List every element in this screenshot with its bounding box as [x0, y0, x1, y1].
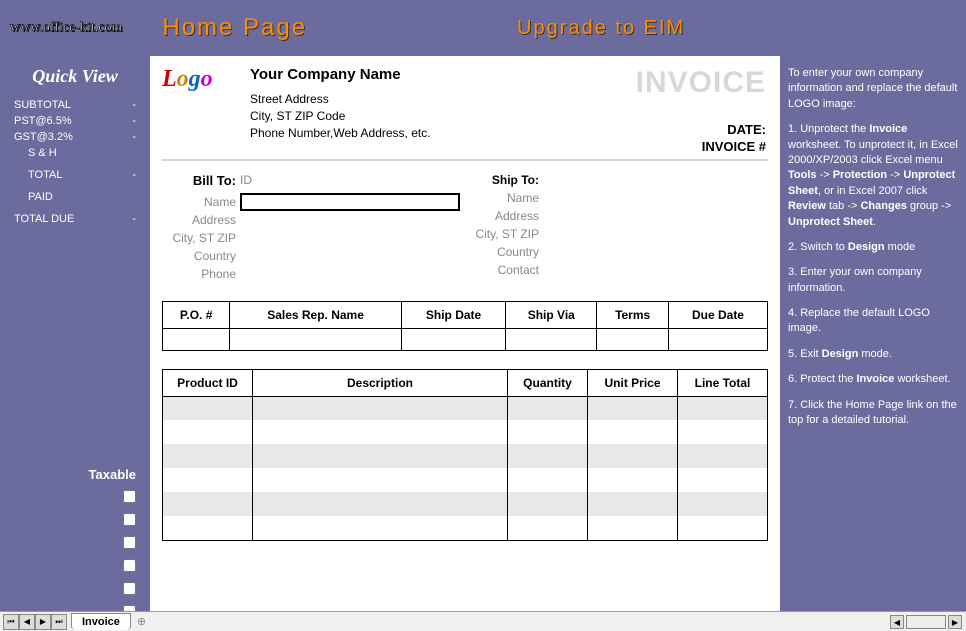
site-url[interactable]: www.office-kit.com [10, 20, 122, 36]
tab-last-icon[interactable]: ⏭ [51, 614, 67, 630]
info-th-po: P.O. # [163, 301, 230, 328]
line-row[interactable] [163, 444, 768, 468]
left-panel: Quick View SUBTOTAL- PST@6.5%- GST@3.2%-… [0, 56, 150, 611]
bill-name-input[interactable] [240, 193, 460, 211]
taxable-checkbox-2[interactable] [123, 513, 136, 526]
instr-6: 6. Protect the Invoice worksheet. [788, 372, 958, 387]
line-th-price: Unit Price [588, 369, 678, 396]
line-row[interactable] [163, 516, 768, 540]
ship-to-col: Ship To: Name Address City, ST ZIP Count… [465, 171, 768, 283]
company-block: Your Company Name Street Address City, S… [250, 66, 431, 141]
ship-contact-label: Contact [465, 261, 543, 279]
divider [162, 159, 768, 161]
bill-to-col: Bill To:ID Name Address City, ST ZIP Cou… [162, 171, 465, 283]
line-row[interactable] [163, 396, 768, 420]
logo-image: Logo [162, 66, 242, 126]
ship-to-title: Ship To: [465, 171, 543, 189]
home-page-link[interactable]: Home Page [162, 14, 307, 42]
taxable-checkbox-1[interactable] [123, 490, 136, 503]
tab-nav: ⏮ ◀ ▶ ⏭ [0, 614, 67, 630]
scroll-right-icon[interactable]: ▶ [948, 615, 962, 629]
taxable-checkbox-4[interactable] [123, 559, 136, 572]
new-sheet-icon[interactable]: ⊕ [137, 615, 146, 628]
taxable-checkbox-5[interactable] [123, 582, 136, 595]
bill-phone-label: Phone [162, 265, 240, 283]
qv-subtotal: SUBTOTAL- [8, 99, 142, 111]
info-th-terms: Terms [597, 301, 669, 328]
line-th-product: Product ID [163, 369, 253, 396]
company-phone[interactable]: Phone Number,Web Address, etc. [250, 125, 431, 142]
upgrade-link[interactable]: Upgrade to EIM [517, 17, 685, 40]
bill-address-label: Address [162, 211, 240, 229]
taxable-checkboxes [8, 490, 142, 618]
invoice-title: INVOICE [636, 66, 766, 100]
info-th-due: Due Date [668, 301, 767, 328]
h-scrollbar: ◀ ▶ [890, 615, 962, 629]
tab-next-icon[interactable]: ▶ [35, 614, 51, 630]
line-row[interactable] [163, 468, 768, 492]
qv-gst: GST@3.2%- [8, 131, 142, 143]
sheet-tabs-bar: ⏮ ◀ ▶ ⏭ Invoice ⊕ ◀ ▶ [0, 611, 966, 631]
instr-5: 5. Exit Design mode. [788, 347, 958, 362]
date-block: DATE: INVOICE # [702, 122, 766, 156]
line-table: Product ID Description Quantity Unit Pri… [162, 369, 768, 541]
info-th-shipdate: Ship Date [401, 301, 505, 328]
instructions-panel: To enter your own company information an… [780, 56, 966, 611]
bill-ship-section: Bill To:ID Name Address City, ST ZIP Cou… [162, 171, 768, 283]
bill-city-label: City, ST ZIP [162, 229, 240, 247]
qv-totaldue: TOTAL DUE- [8, 213, 142, 225]
bill-name-label: Name [162, 193, 240, 211]
company-city[interactable]: City, ST ZIP Code [250, 108, 431, 125]
tab-prev-icon[interactable]: ◀ [19, 614, 35, 630]
taxable-label: Taxable [8, 467, 142, 482]
line-row[interactable] [163, 492, 768, 516]
qv-total: TOTAL- [8, 169, 142, 181]
line-row[interactable] [163, 420, 768, 444]
invoice-number-label: INVOICE # [702, 139, 766, 156]
ship-city-label: City, ST ZIP [465, 225, 543, 243]
instr-4: 4. Replace the default LOGO image. [788, 306, 958, 337]
invoice-panel: INVOICE DATE: INVOICE # Logo Your Compan… [150, 56, 780, 611]
tab-first-icon[interactable]: ⏮ [3, 614, 19, 630]
line-th-total: Line Total [678, 369, 768, 396]
qv-paid: PAID [8, 191, 142, 203]
qv-pst: PST@6.5%- [8, 115, 142, 127]
top-bar: www.office-kit.com Home Page Upgrade to … [0, 0, 966, 56]
line-th-desc: Description [253, 369, 508, 396]
ship-country-label: Country [465, 243, 543, 261]
info-th-rep: Sales Rep. Name [230, 301, 402, 328]
tab-invoice[interactable]: Invoice [71, 613, 131, 630]
instr-7: 7. Click the Home Page link on the top f… [788, 398, 958, 429]
info-th-shipvia: Ship Via [506, 301, 597, 328]
scroll-track[interactable] [906, 615, 946, 629]
date-label: DATE: [702, 122, 766, 139]
bill-country-label: Country [162, 247, 240, 265]
instr-intro: To enter your own company information an… [788, 66, 958, 112]
taxable-checkbox-3[interactable] [123, 536, 136, 549]
info-table: P.O. # Sales Rep. Name Ship Date Ship Vi… [162, 301, 768, 351]
company-street[interactable]: Street Address [250, 91, 431, 108]
ship-name-label: Name [465, 189, 543, 207]
scroll-left-icon[interactable]: ◀ [890, 615, 904, 629]
qv-sh: S & H [8, 147, 142, 159]
info-row[interactable] [163, 328, 768, 350]
instr-1: 1. Unprotect the Invoice worksheet. To u… [788, 122, 958, 230]
bill-to-title: Bill To: [162, 171, 240, 191]
instr-3: 3. Enter your own company information. [788, 265, 958, 296]
instr-2: 2. Switch to Design mode [788, 240, 958, 255]
line-th-qty: Quantity [508, 369, 588, 396]
main-area: Quick View SUBTOTAL- PST@6.5%- GST@3.2%-… [0, 56, 966, 611]
ship-address-label: Address [465, 207, 543, 225]
company-name[interactable]: Your Company Name [250, 66, 431, 83]
quick-view-title: Quick View [8, 66, 142, 87]
